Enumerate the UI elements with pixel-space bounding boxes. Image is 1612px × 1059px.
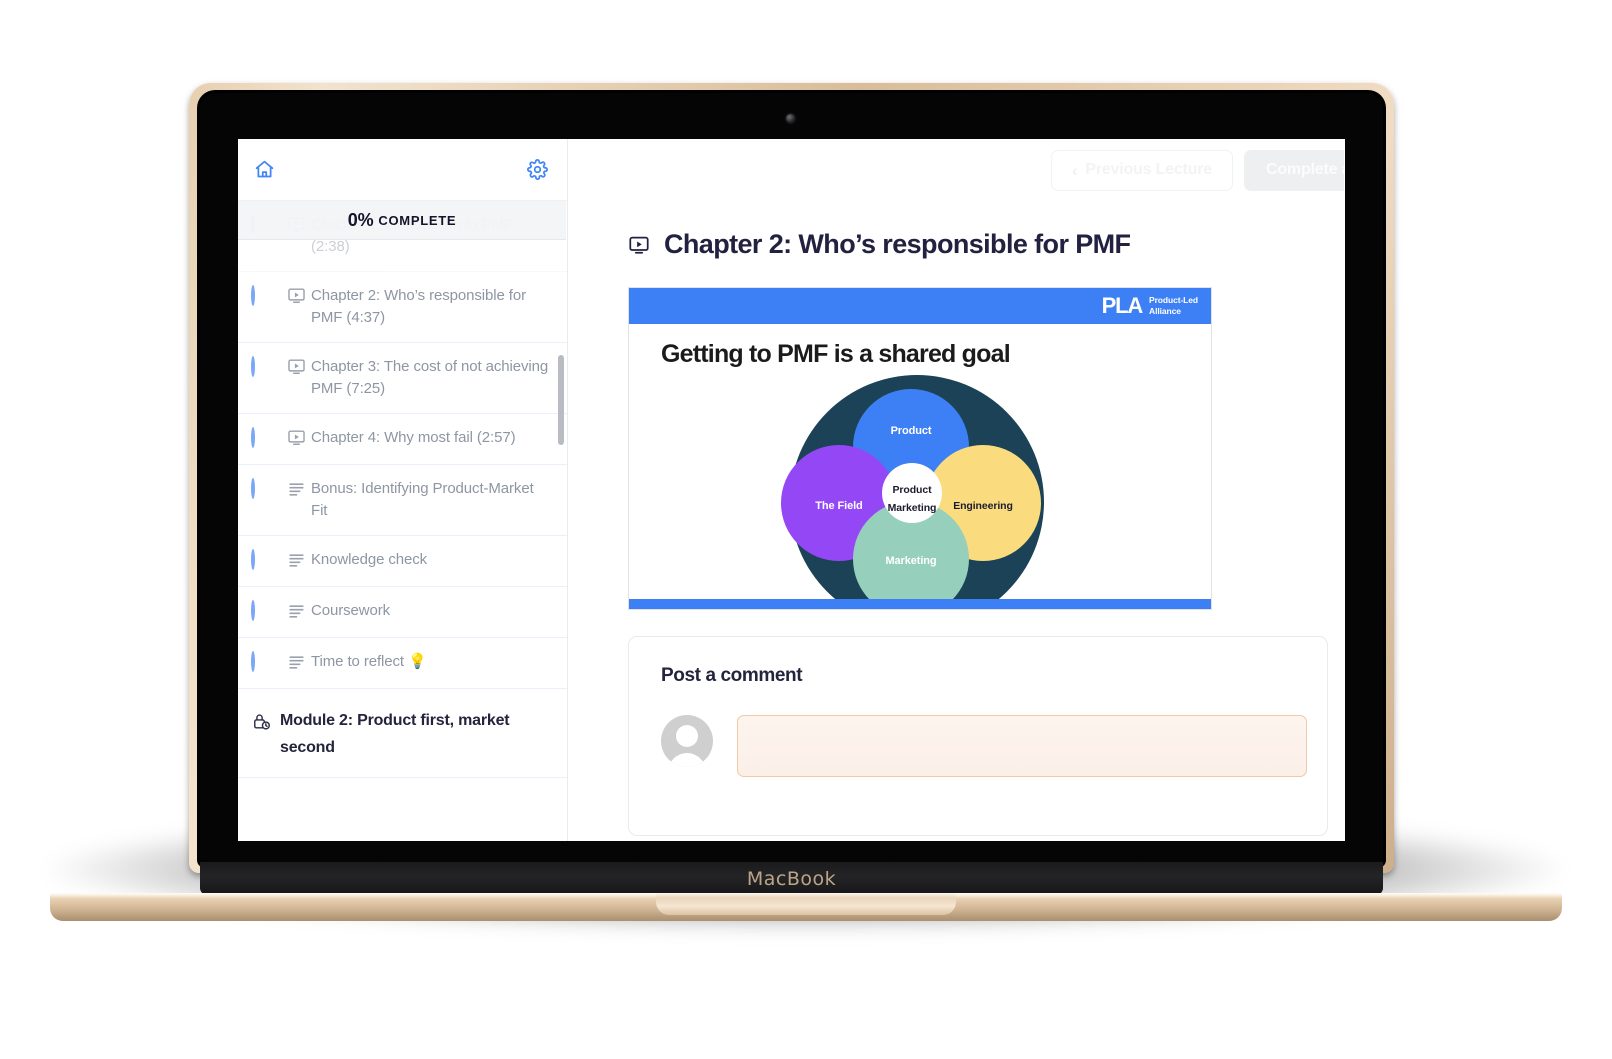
comment-section: Post a comment [628,636,1328,836]
venn-label-engineering: Engineering [953,500,1013,512]
module-header[interactable]: Module 2: Product first, market second [238,689,567,778]
macbook-brand-label: MacBook [746,867,837,890]
video-lesson-icon [281,357,311,376]
gear-icon[interactable] [527,159,548,180]
status-circle-icon [251,549,273,573]
complete-and-continue-button[interactable]: Complete and C [1244,149,1345,191]
screen-right-edge [1344,139,1345,841]
pla-logo-line2: Alliance [1149,306,1181,316]
list-item[interactable]: Chapter 2: Who’s responsible for PMF (4:… [238,272,567,343]
page-title: Chapter 2: Who’s responsible for PMF [628,229,1345,260]
text-lesson-icon [281,652,311,671]
list-item[interactable]: Bonus: Identifying Product-Market Fit [238,465,567,536]
sidebar-scrollbar-thumb[interactable] [558,355,564,445]
complete-and-continue-label: Complete and C [1266,161,1345,178]
text-lesson-icon [281,479,311,498]
venn-label-product-marketing: Product Marketing [887,484,937,514]
pla-logo-mark: PLA [1101,293,1144,318]
status-circle-icon [251,600,273,624]
lesson-title: Chapter 3: The cost of not achieving PMF… [311,358,549,397]
list-item[interactable]: Knowledge check [238,536,567,587]
list-item[interactable]: Chapter 3: The cost of not achieving PMF… [238,343,567,414]
avatar [661,715,713,767]
module-title: Module 2: Product first, market second [280,712,510,756]
course-player-app: Chapter 1: Introduction to PMF (2:38) [238,139,1345,841]
lecture-title-text: Chapter 2: Who’s responsible for PMF [664,229,1131,259]
webcam-icon [786,114,795,123]
venn-label-product: Product [890,425,932,437]
home-icon[interactable] [254,159,275,180]
progress-banner: 0% COMPLETE [238,201,566,240]
lecture-main: ‹ Previous Lecture Complete and C [568,139,1345,841]
pla-logo: PLA Product-Led Alliance [1102,295,1198,317]
list-item[interactable]: Coursework [238,587,567,638]
lock-clock-icon [252,712,271,736]
screenshot-stage: Chapter 1: Introduction to PMF (2:38) [0,0,1612,1059]
status-circle-icon [251,427,273,451]
text-lesson-icon [281,550,311,569]
previous-lecture-label: Previous Lecture [1085,161,1212,178]
progress-label: COMPLETE [378,212,457,228]
video-lesson-icon [628,234,650,256]
venn-diagram: Product The Field Engineering Marketing … [775,373,1065,609]
comment-input[interactable] [737,715,1307,777]
lesson-title: Chapter 4: Why most fail (2:57) [311,429,516,446]
comment-composer [661,715,1327,777]
chevron-left-icon: ‹ [1071,160,1078,180]
status-circle-icon [251,651,273,675]
pla-logo-wordmark: Product-Led Alliance [1149,295,1198,317]
progress-percent: 0% [347,209,374,230]
pla-logo-line1: Product-Led [1149,295,1198,305]
lesson-title: Knowledge check [311,551,428,568]
course-sidebar: Chapter 1: Introduction to PMF (2:38) [238,139,568,841]
comment-heading: Post a comment [661,665,803,686]
lesson-title: Chapter 2: Who’s responsible for PMF (4:… [311,287,526,326]
macbook-chin: MacBook [200,862,1383,895]
venn-label-marketing: Marketing [885,555,937,567]
lesson-title: Time to reflect 💡 [311,653,427,670]
slide-headline: Getting to PMF is a shared goal [661,340,1011,368]
lecture-slide: PLA Product-Led Alliance Getting to PMF … [628,287,1212,610]
lesson-title: Bonus: Identifying Product-Market Fit [311,480,534,519]
previous-lecture-button[interactable]: ‹ Previous Lecture [1050,149,1233,191]
video-lesson-icon [281,428,311,447]
slide-footer-bar [629,599,1211,609]
slide-header-bar: PLA Product-Led Alliance [629,288,1211,324]
lecture-navigation-bar: ‹ Previous Lecture Complete and C [568,139,1345,201]
list-item[interactable]: Chapter 4: Why most fail (2:57) [238,414,567,465]
venn-label-the-field: The Field [815,500,863,512]
status-circle-half-icon [251,285,273,309]
lesson-list[interactable]: Chapter 1: Introduction to PMF (2:38) [238,201,567,841]
text-lesson-icon [281,601,311,620]
macbook-base-highlight [50,893,1562,898]
status-circle-icon [251,356,273,380]
video-lesson-icon [281,286,311,305]
lecture-content: Chapter 2: Who’s responsible for PMF PLA… [568,201,1345,836]
list-item[interactable]: Time to reflect 💡 [238,638,567,689]
sidebar-toolbar [238,139,567,201]
macbook-screen: Chapter 1: Introduction to PMF (2:38) [238,139,1345,841]
lesson-title: Coursework [311,602,391,619]
status-circle-icon [251,478,273,502]
